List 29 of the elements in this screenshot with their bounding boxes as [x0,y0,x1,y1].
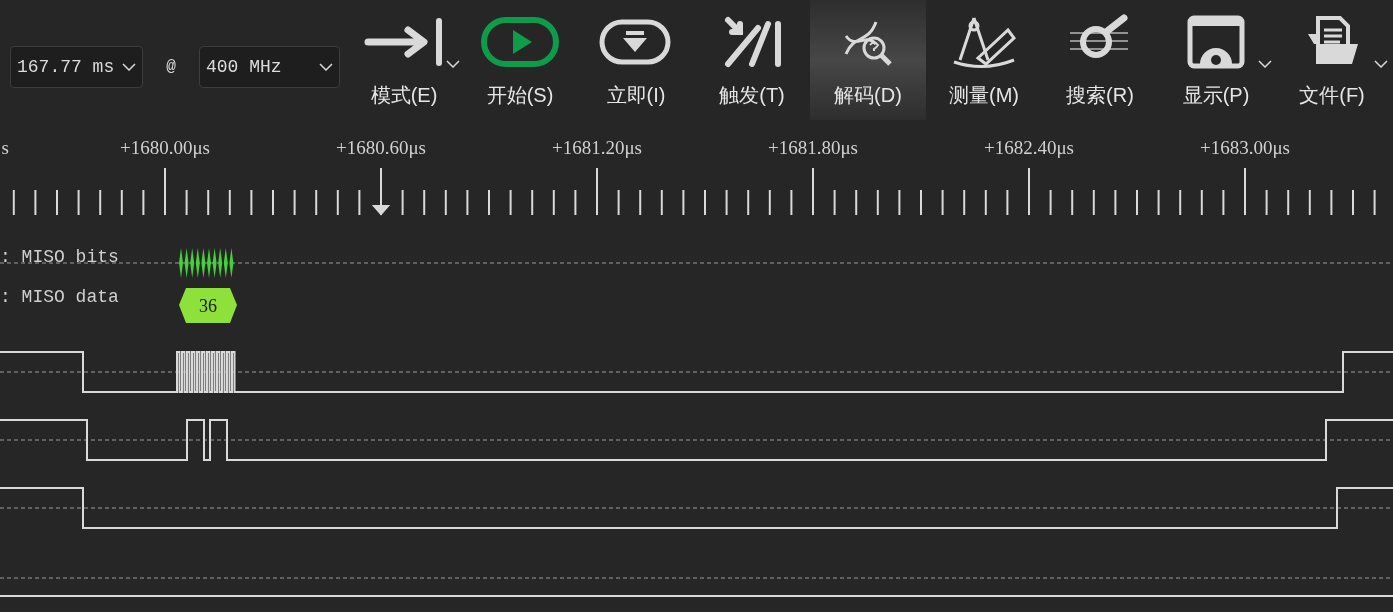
caret-icon [122,63,136,71]
dropdown-field[interactable]: 167.77 ms [10,46,143,88]
time-label: +1680.00μs [120,137,210,158]
bit-markers [179,248,234,278]
time-label: +1681.20μs [552,137,642,158]
toolbar-button[interactable]: 显示(P) [1158,0,1274,120]
toolbar-button[interactable]: 文件(F) [1274,0,1390,120]
dropdown-field[interactable]: 400 MHz [199,46,340,88]
decoder-row-label: : MISO data [0,287,119,307]
time-label: +1682.40μs [984,137,1074,158]
caret-icon [1374,60,1388,68]
toolbar-button[interactable]: 测量(M) [926,0,1042,120]
decoder-row-label: : MISO bits [0,247,119,267]
toolbar-button[interactable]: 开始(S) [462,0,578,120]
toolbar-button[interactable]: 模式(E) [346,0,462,120]
time-label: +1683.00μs [1200,137,1290,158]
toolbar-button[interactable]: 搜索(R) [1042,0,1158,120]
caret-icon [446,60,460,68]
time-label: s [1,137,9,158]
toolbar-button[interactable]: 立即(I) [578,0,694,120]
time-label: +1681.80μs [768,137,858,158]
caret-icon [1258,60,1272,68]
time-label: +1680.60μs [336,137,426,158]
toolbar-button[interactable]: 触发(T) [694,0,810,120]
at-label: @ [165,57,177,78]
data-value-marker: 36 [179,288,237,323]
toolbar-button[interactable]: 解码(D) [810,0,926,120]
play-icon [480,14,560,70]
caret-icon [319,63,333,71]
